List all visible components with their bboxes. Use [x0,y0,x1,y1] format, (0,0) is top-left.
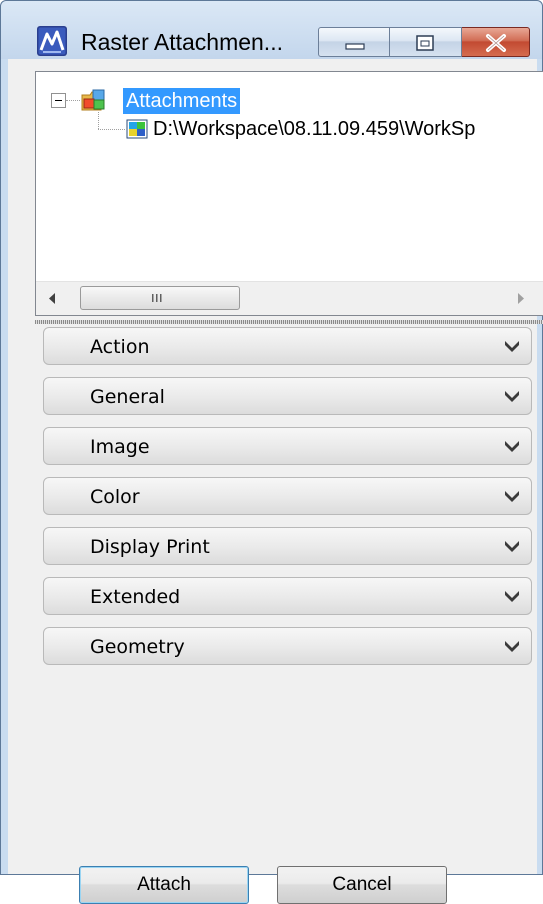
raster-image-icon [126,119,148,139]
tree-connector [98,129,125,131]
cancel-button[interactable]: Cancel [277,866,447,904]
panel-label: Action [90,336,150,358]
microstation-icon [37,26,67,56]
minimize-button[interactable] [318,27,390,57]
chevron-down-icon [505,441,519,452]
horizontal-scrollbar[interactable] [36,281,543,315]
panel-geometry[interactable]: Geometry [43,627,532,665]
panel-label: Display Print [90,536,210,558]
chevron-down-icon [505,341,519,352]
folder-attachments-icon [81,89,105,111]
scroll-right-icon[interactable] [504,282,537,315]
tree-connector [98,112,100,129]
splitter[interactable] [35,320,543,324]
chevron-down-icon [505,641,519,652]
tree-connector [66,100,80,102]
maximize-icon [416,35,434,51]
scroll-left-icon[interactable] [36,282,69,315]
chevron-down-icon [505,391,519,402]
grip-icon [152,294,162,302]
panel-action[interactable]: Action [43,327,532,365]
close-icon [486,34,506,52]
panel-label: General [90,386,165,408]
panel-label: Extended [90,586,181,608]
title-bar[interactable]: Raster Attachmen... [1,1,542,59]
panel-general[interactable]: General [43,377,532,415]
maximize-button[interactable] [390,27,462,57]
minimize-icon [345,43,365,50]
scroll-thumb[interactable] [80,286,240,310]
attach-button[interactable]: Attach [79,866,249,904]
panel-color[interactable]: Color [43,477,532,515]
panel-extended[interactable]: Extended [43,577,532,615]
chevron-down-icon [505,491,519,502]
dialog-client-area: Attachments D:\Workspace\08.11.09.459\Wo… [8,59,543,904]
collapse-toggle[interactable] [51,93,66,108]
attachments-tree[interactable]: Attachments D:\Workspace\08.11.09.459\Wo… [35,71,543,316]
panel-label: Color [90,486,140,508]
close-button[interactable] [462,27,530,57]
panel-display-print[interactable]: Display Print [43,527,532,565]
panel-image[interactable]: Image [43,427,532,465]
panel-label: Geometry [90,636,185,658]
raster-attachments-window: Raster Attachmen... Attachments D:\Works… [0,0,543,904]
tree-node-raster-file[interactable]: D:\Workspace\08.11.09.459\WorkSp [153,116,475,142]
chevron-down-icon [505,541,519,552]
window-title: Raster Attachmen... [81,29,283,55]
tree-node-attachments[interactable]: Attachments [123,88,241,114]
panel-label: Image [90,436,150,458]
chevron-down-icon [505,591,519,602]
